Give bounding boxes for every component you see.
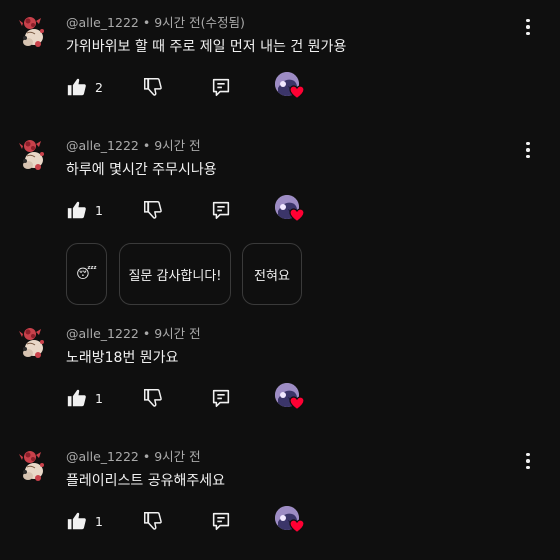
creator-heart [275, 383, 305, 413]
comment-time[interactable]: 9시간 전 [154, 449, 200, 464]
meta-separator: • [142, 326, 151, 341]
suggestion-emoji: 😴 [76, 266, 97, 282]
comment-thread-2: @alle_1222 • 9시간 전 하루에 몇시간 주무시나용 1 [0, 138, 560, 238]
more-vertical-icon[interactable] [518, 17, 538, 37]
like-button[interactable]: 1 [66, 386, 103, 410]
reply-button[interactable] [210, 198, 232, 222]
author-avatar[interactable] [17, 326, 51, 360]
suggestion-chip-not-at-all[interactable]: 전혀요 [242, 243, 302, 305]
author-name[interactable]: @alle_1222 [66, 138, 139, 153]
comment-thread-4: @alle_1222 • 9시간 전 플레이리스트 공유해주세요 1 [0, 449, 560, 549]
like-button[interactable]: 1 [66, 509, 103, 533]
comment-meta: @alle_1222 • 9시간 전 [66, 449, 201, 465]
more-vertical-icon[interactable] [518, 451, 538, 471]
like-count: 1 [95, 390, 103, 406]
comment-actions: 1 [66, 386, 506, 410]
comment-time[interactable]: 9시간 전 [154, 138, 200, 153]
like-button[interactable]: 2 [66, 75, 103, 99]
thumbs-down-icon [142, 199, 164, 221]
comment-actions: 1 [66, 509, 506, 533]
thumbs-up-icon [66, 76, 88, 98]
comment-thread-3: @alle_1222 • 9시간 전 노래방18번 뭔가요 1 [0, 326, 560, 426]
like-count: 2 [95, 79, 103, 95]
creator-heart [275, 195, 305, 225]
meta-separator: • [142, 15, 151, 30]
comment-time[interactable]: 9시간 전(수정됨) [154, 15, 245, 30]
comment-actions: 2 [66, 75, 506, 99]
reply-icon [210, 387, 232, 409]
reply-icon [210, 199, 232, 221]
author-avatar[interactable] [17, 449, 51, 483]
more-vertical-icon[interactable] [518, 140, 538, 160]
dislike-button[interactable] [142, 509, 164, 533]
suggestion-label: 질문 감사합니다! [128, 268, 222, 284]
meta-separator: • [142, 138, 151, 153]
suggestion-chip-emoji[interactable]: 😴 [66, 243, 107, 305]
creator-heart [275, 72, 305, 102]
creator-heart-icon [289, 395, 305, 411]
author-avatar[interactable] [17, 15, 51, 49]
meta-separator: • [142, 449, 151, 464]
like-count: 1 [95, 513, 103, 529]
suggestion-label: 전혀요 [254, 268, 290, 284]
creator-heart-icon [289, 84, 305, 100]
like-button[interactable]: 1 [66, 198, 103, 222]
comment-text: 하루에 몇시간 주무시나용 [66, 162, 217, 178]
thumbs-up-icon [66, 510, 88, 532]
reply-icon [210, 510, 232, 532]
comment-text: 플레이리스트 공유해주세요 [66, 473, 226, 489]
reply-button[interactable] [210, 509, 232, 533]
thumbs-down-icon [142, 387, 164, 409]
comment-text: 노래방18번 뭔가요 [66, 350, 179, 366]
comment-text: 가위바위보 할 때 주로 제일 먼저 내는 건 뭔가용 [66, 39, 347, 55]
creator-heart-icon [289, 518, 305, 534]
author-name[interactable]: @alle_1222 [66, 326, 139, 341]
comment-actions: 1 [66, 198, 506, 222]
comment-meta: @alle_1222 • 9시간 전(수정됨) [66, 15, 245, 31]
comment-thread-1: @alle_1222 • 9시간 전(수정됨) 가위바위보 할 때 주로 제일 … [0, 15, 560, 115]
dislike-button[interactable] [142, 75, 164, 99]
reply-icon [210, 76, 232, 98]
reply-button[interactable] [210, 386, 232, 410]
thumbs-up-icon [66, 387, 88, 409]
dislike-button[interactable] [142, 386, 164, 410]
comment-time[interactable]: 9시간 전 [154, 326, 200, 341]
creator-heart-icon [289, 207, 305, 223]
thumbs-up-icon [66, 199, 88, 221]
thumbs-down-icon [142, 510, 164, 532]
author-name[interactable]: @alle_1222 [66, 449, 139, 464]
author-avatar[interactable] [17, 138, 51, 172]
thumbs-down-icon [142, 76, 164, 98]
author-name[interactable]: @alle_1222 [66, 15, 139, 30]
like-count: 1 [95, 202, 103, 218]
comment-meta: @alle_1222 • 9시간 전 [66, 138, 201, 154]
reply-button[interactable] [210, 75, 232, 99]
creator-heart [275, 506, 305, 536]
dislike-button[interactable] [142, 198, 164, 222]
suggestion-chip-thanks[interactable]: 질문 감사합니다! [119, 243, 231, 305]
comment-meta: @alle_1222 • 9시간 전 [66, 326, 201, 342]
